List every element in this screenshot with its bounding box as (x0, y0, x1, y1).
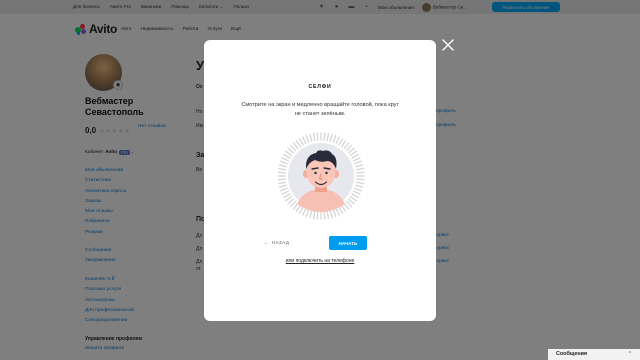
scan-tick (332, 209, 337, 218)
scan-tick (355, 164, 364, 168)
scan-tick (316, 132, 319, 141)
scan-tick (278, 181, 287, 185)
modal-title: СЕЛФИ (308, 84, 332, 90)
scan-tick (277, 171, 286, 174)
scan-tick (305, 209, 310, 218)
scan-tick (292, 142, 299, 150)
scan-tick (295, 140, 302, 148)
scan-tick (355, 181, 364, 185)
scan-tick (312, 210, 316, 219)
scan-tick (309, 210, 313, 219)
scan-tick (281, 157, 290, 162)
arrow-left-icon: ← (264, 240, 269, 245)
scan-tick (278, 164, 287, 168)
scan-tick (323, 132, 326, 141)
scan-tick (305, 134, 310, 143)
scan-tick (289, 144, 297, 152)
scan-tick (285, 150, 293, 157)
start-button[interactable]: НАЧАТЬ (329, 236, 367, 250)
scan-tick (343, 142, 350, 150)
scan-tick (289, 200, 297, 208)
connect-phone-link[interactable]: или подключить на телефоне (204, 258, 436, 264)
scan-tick (302, 136, 307, 145)
scan-tick (298, 138, 304, 146)
scan-tick (340, 204, 347, 212)
back-button[interactable]: ← НАЗАД (264, 240, 289, 245)
scan-tick (349, 150, 357, 157)
scan-tick (287, 198, 295, 205)
scan-tick (352, 190, 361, 195)
scan-tick (347, 147, 355, 154)
scan-tick (351, 153, 359, 159)
scan-tick (355, 167, 364, 171)
scan-tick (332, 134, 337, 143)
scan-tick (323, 211, 326, 220)
scan-tick (326, 133, 330, 142)
scan-tick (283, 153, 291, 159)
scan-tick (281, 190, 290, 195)
scan-tick (351, 193, 359, 199)
scan-tick (279, 187, 288, 192)
scan-tick (349, 195, 357, 202)
scan-tick (326, 210, 330, 219)
scan-tick (285, 195, 293, 202)
scan-tick (356, 171, 365, 174)
face-scan-circle (277, 132, 365, 220)
scan-tick (278, 167, 287, 171)
scan-tick (279, 160, 288, 165)
scan-tick (345, 144, 353, 152)
scan-tick (316, 211, 319, 220)
scan-tick (338, 138, 344, 146)
scan-tick (347, 198, 355, 205)
close-icon[interactable] (442, 38, 454, 51)
scan-tick (335, 207, 340, 216)
scan-tick (309, 133, 313, 142)
scan-tick (287, 147, 295, 154)
scan-tick (312, 133, 316, 142)
selfie-modal: СЕЛФИ Смотрите на экран и медленно враща… (204, 40, 436, 321)
scan-tick (354, 160, 363, 165)
scan-tick (283, 193, 291, 199)
scan-tick (295, 204, 302, 212)
scan-tick (343, 202, 350, 210)
scan-tick (298, 206, 304, 214)
scan-tick (329, 133, 333, 142)
modal-instruction: Смотрите на экран и медленно вращайте го… (241, 102, 399, 117)
scan-tick (302, 207, 307, 216)
scan-tick (340, 140, 347, 148)
scan-tick (354, 187, 363, 192)
scan-tick (352, 157, 361, 162)
face-illustration-icon (277, 132, 365, 220)
scan-tick (277, 178, 286, 181)
scan-tick (356, 178, 365, 181)
scan-tick (335, 136, 340, 145)
scan-tick (338, 206, 344, 214)
scan-tick (278, 184, 287, 188)
chevron-up-icon: ⌃ (627, 351, 632, 357)
scan-tick (345, 200, 353, 208)
messages-widget[interactable]: Сообщения ⌃ (548, 349, 640, 360)
scan-tick (329, 210, 333, 219)
scan-tick (292, 202, 299, 210)
scan-tick (355, 184, 364, 188)
